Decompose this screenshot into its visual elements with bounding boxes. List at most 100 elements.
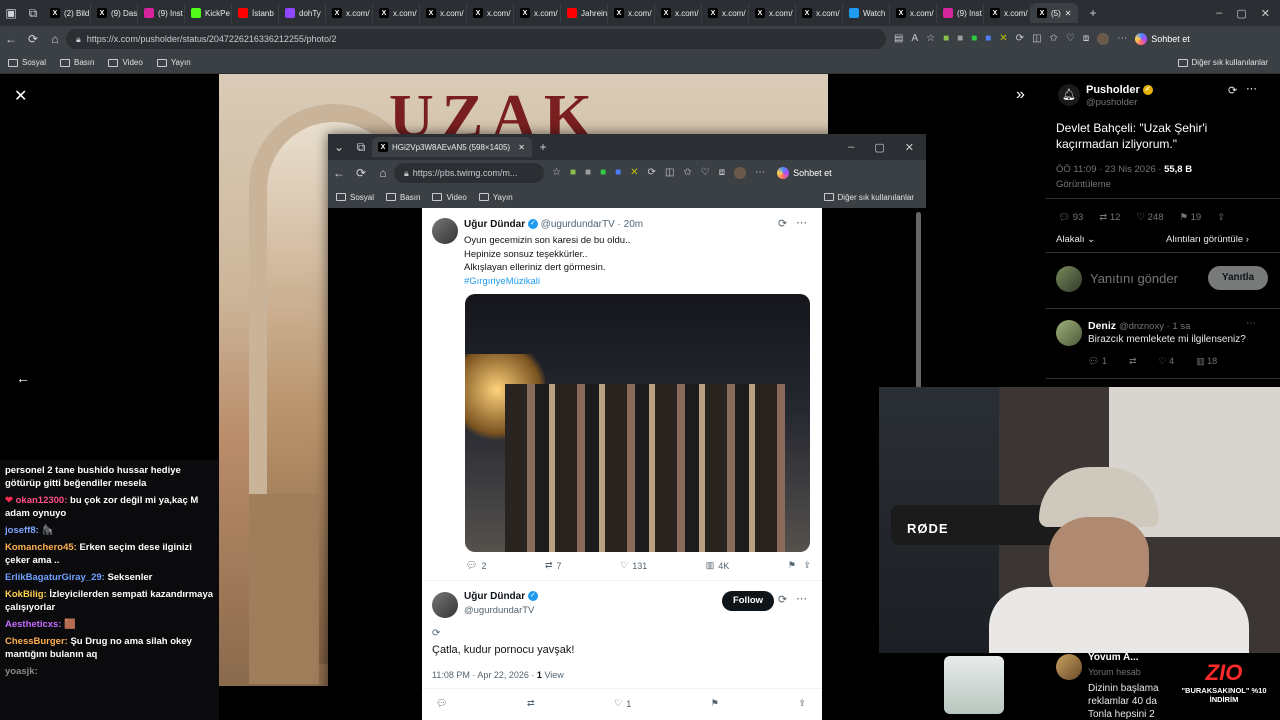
- pusholder-avatar[interactable]: 🔔︎: [1058, 84, 1080, 106]
- bookmark-sosyal[interactable]: Sosyal: [8, 58, 46, 67]
- reader-icon[interactable]: ▤: [894, 33, 903, 45]
- minimize-icon[interactable]: –: [1216, 7, 1222, 20]
- chevron-down-icon[interactable]: ⌄: [328, 136, 350, 158]
- more-options-icon[interactable]: ⋯: [1246, 82, 1257, 95]
- sort-dropdown[interactable]: Alakalı ⌄: [1056, 234, 1095, 245]
- browser-tab[interactable]: Xx.com/: [749, 3, 796, 23]
- workspaces-icon[interactable]: ⧉: [22, 2, 44, 24]
- popup-url-field[interactable]: 🔒︎ https://pbs.twimg.com/m...: [394, 163, 544, 183]
- maximize-icon[interactable]: ▢: [1236, 7, 1246, 20]
- bookmark-basin[interactable]: Basın: [386, 193, 420, 202]
- extension-icon[interactable]: ■: [943, 33, 949, 45]
- extension-icon[interactable]: ✕: [630, 167, 638, 179]
- browser-tab[interactable]: Xx.com/: [702, 3, 749, 23]
- reply-avatar[interactable]: [1056, 320, 1082, 346]
- browser-tab[interactable]: X (2) Bild: [44, 3, 91, 23]
- back-icon[interactable]: ←: [328, 162, 350, 184]
- previous-photo-icon[interactable]: ←: [16, 370, 30, 386]
- profile-avatar[interactable]: [1097, 33, 1110, 45]
- favorite-star-icon[interactable]: ☆: [926, 33, 935, 45]
- workspaces-icon[interactable]: ⧉: [350, 136, 372, 158]
- chat-username[interactable]: ChessBurger:: [5, 636, 68, 647]
- grok-icon[interactable]: ⟳: [1228, 84, 1237, 97]
- bookmark-sosyal[interactable]: Sosyal: [336, 193, 374, 202]
- copilot-button[interactable]: Sohbet et: [1135, 33, 1190, 45]
- bookmark-yayin[interactable]: Yayın: [156, 58, 191, 67]
- reply-like-button[interactable]: ♡ 4: [1159, 356, 1175, 367]
- chat-username[interactable]: okan12300:: [16, 495, 68, 506]
- browser-tab[interactable]: Xx.com/: [984, 3, 1031, 23]
- more-options-icon[interactable]: ⋯: [1246, 318, 1256, 329]
- extension-icon[interactable]: ■: [957, 33, 963, 45]
- close-tab-icon[interactable]: ✕: [1065, 9, 1072, 18]
- extension-icon[interactable]: ■: [570, 167, 576, 179]
- browser-essentials-icon[interactable]: ♡: [1066, 33, 1075, 45]
- extension-icon[interactable]: ■: [615, 167, 621, 179]
- window-menu-icon[interactable]: ▣: [0, 2, 22, 24]
- chat-username[interactable]: ErlikBagaturGiray_29:: [5, 572, 105, 583]
- expand-panel-icon[interactable]: »: [1016, 86, 1025, 104]
- extension-icon[interactable]: ✕: [999, 33, 1007, 45]
- close-window-icon[interactable]: ✕: [905, 141, 914, 154]
- profile-avatar[interactable]: [734, 167, 747, 179]
- reply-author[interactable]: Deniz: [1088, 320, 1116, 332]
- browser-tab[interactable]: Xx.com/: [420, 3, 467, 23]
- chat-username[interactable]: yoasjk:: [5, 666, 38, 677]
- view-quotes-link[interactable]: Alıntıları görüntüle ›: [1166, 234, 1249, 245]
- retweet-button[interactable]: ⇄ 12: [1099, 212, 1120, 223]
- new-tab-button[interactable]: +: [1082, 2, 1104, 24]
- chat-username[interactable]: KokBilig:: [5, 589, 47, 600]
- close-tab-icon[interactable]: ✕: [518, 143, 525, 152]
- split-screen-icon[interactable]: ◫: [1032, 33, 1041, 45]
- browser-tab[interactable]: dohTy: [279, 3, 326, 23]
- browser-tab[interactable]: İstanb: [232, 3, 279, 23]
- browser-tab[interactable]: Xx.com/: [608, 3, 655, 23]
- bookmark-yayin[interactable]: Yayın: [478, 193, 513, 202]
- screenshot-icon[interactable]: ⧈: [719, 167, 725, 179]
- other-bookmarks[interactable]: Diğer sık kullanılanlar: [1177, 58, 1268, 67]
- split-screen-icon[interactable]: ◫: [665, 167, 674, 179]
- more-menu-icon[interactable]: ⋯: [755, 167, 765, 179]
- browser-tab[interactable]: Xx.com/: [373, 3, 420, 23]
- home-icon[interactable]: ⌂: [372, 162, 394, 184]
- browser-tab[interactable]: X (9) Das: [91, 3, 138, 23]
- back-icon[interactable]: ←: [0, 28, 22, 50]
- reply-submit-button[interactable]: Yanıtla: [1208, 266, 1268, 290]
- favorites-icon[interactable]: ✩: [683, 167, 691, 179]
- browser-tab[interactable]: (9) Inst: [937, 3, 984, 23]
- browser-essentials-icon[interactable]: ♡: [701, 167, 710, 179]
- browser-tab[interactable]: Watch: [843, 3, 890, 23]
- browser-tab[interactable]: Xx.com/: [890, 3, 937, 23]
- reply-button[interactable]: 💬︎ 93: [1058, 212, 1083, 223]
- extension-icon[interactable]: ■: [985, 33, 991, 45]
- favorite-star-icon[interactable]: ☆: [552, 167, 561, 179]
- browser-tab[interactable]: Xx.com/: [514, 3, 561, 23]
- reply2-avatar[interactable]: [1056, 654, 1082, 680]
- copilot-button[interactable]: Sohbet et: [777, 167, 832, 179]
- bookmark-video[interactable]: Video: [108, 58, 143, 67]
- browser-tab[interactable]: Xx.com/: [326, 3, 373, 23]
- more-menu-icon[interactable]: ⋯: [1117, 33, 1127, 45]
- author-name[interactable]: Pusholder: [1086, 84, 1140, 96]
- refresh-extension-icon[interactable]: ⟳: [1016, 33, 1024, 45]
- favorites-icon[interactable]: ✩: [1050, 33, 1058, 45]
- bookmark-button[interactable]: ⚑ 19: [1179, 212, 1201, 223]
- other-bookmarks[interactable]: Diğer sık kullanılanlar: [823, 193, 914, 202]
- author-handle[interactable]: @pusholder: [1086, 97, 1137, 108]
- chat-username[interactable]: Aestheticxs:: [5, 619, 62, 630]
- popup-scrollbar[interactable]: [916, 212, 921, 412]
- maximize-icon[interactable]: ▢: [874, 141, 884, 154]
- new-tab-button[interactable]: +: [532, 136, 554, 158]
- extension-icon[interactable]: ■: [600, 167, 606, 179]
- reply-retweet-button[interactable]: ⇄: [1129, 356, 1137, 367]
- refresh-icon[interactable]: ⟳: [22, 28, 44, 50]
- refresh-extension-icon[interactable]: ⟳: [648, 167, 656, 179]
- reply-input[interactable]: Yanıtını gönder: [1090, 271, 1178, 286]
- close-window-icon[interactable]: ✕: [1261, 7, 1270, 20]
- close-photo-icon[interactable]: ✕: [14, 86, 27, 106]
- reply2-author[interactable]: Yovum A...: [1088, 652, 1139, 663]
- browser-tab[interactable]: KickPe: [185, 3, 232, 23]
- chat-username[interactable]: Komanchero45:: [5, 542, 77, 553]
- reply-views-button[interactable]: ▥ 18: [1196, 356, 1217, 367]
- share-icon[interactable]: ⇪: [1217, 212, 1225, 223]
